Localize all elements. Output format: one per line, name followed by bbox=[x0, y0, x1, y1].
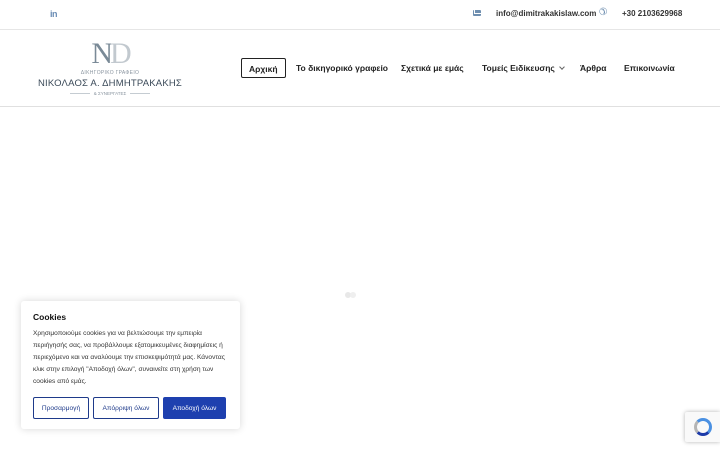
phone-icon: ✆ bbox=[599, 7, 608, 18]
logo-subtitle: ΔΙΚΗΓΟΡΙΚΟ ΓΡΑΦΕΙΟ bbox=[80, 70, 140, 76]
nav-item-articles[interactable]: Άρθρα bbox=[580, 58, 606, 78]
email-link[interactable]: info@dimitrakakislaw.com bbox=[496, 9, 596, 18]
loading-spinner bbox=[345, 291, 359, 299]
phone-link[interactable]: +30 2103629968 bbox=[622, 9, 682, 18]
cookie-text: Χρησιμοποιούμε cookies για να βελτιώσουμ… bbox=[33, 330, 225, 385]
cookie-customize-button[interactable]: Προσαρμογή bbox=[33, 397, 89, 419]
logo-tagline: & ΣΥΝΕΡΓΑΤΕΣ bbox=[38, 91, 182, 96]
logo-name: ΝΙΚΟΛΑΟΣ Α. ΔΗΜΗΤΡΑΚΑΚΗΣ bbox=[38, 78, 183, 89]
nav-item-home[interactable]: Αρχική bbox=[241, 58, 286, 78]
nav-item-practice-areas-label: Τομείς Ειδίκευσης bbox=[482, 63, 555, 73]
cookie-actions: Προσαρμογή Απόρριψη όλων Αποδοχή όλων bbox=[33, 397, 226, 419]
site-header: ND ΔΙΚΗΓΟΡΙΚΟ ΓΡΑΦΕΙΟ ΝΙΚΟΛΑΟΣ Α. ΔΗΜΗΤΡ… bbox=[0, 31, 720, 107]
envelope-icon bbox=[473, 10, 481, 16]
nav-item-practice-areas[interactable]: Τομείς Ειδίκευσης bbox=[482, 58, 565, 78]
linkedin-icon[interactable]: in bbox=[50, 9, 58, 19]
site-logo[interactable]: ND ΔΙΚΗΓΟΡΙΚΟ ΓΡΑΦΕΙΟ ΝΙΚΟΛΑΟΣ Α. ΔΗΜΗΤΡ… bbox=[38, 39, 182, 99]
cookie-banner: Cookies Χρησιμοποιούμε cookies για να βε… bbox=[21, 301, 240, 429]
chevron-down-icon bbox=[558, 64, 565, 70]
top-bar: in info@dimitrakakislaw.com ✆ +30 210362… bbox=[0, 0, 720, 30]
logo-monogram: ND bbox=[91, 37, 131, 70]
nav-item-contact[interactable]: Επικοινωνία bbox=[624, 58, 675, 78]
cookie-accept-button[interactable]: Αποδοχή όλων bbox=[163, 397, 226, 419]
nav-item-about[interactable]: Σχετικά με εμάς bbox=[401, 58, 464, 78]
nav-item-office[interactable]: Το δικηγορικό γραφείο bbox=[296, 58, 388, 78]
recaptcha-badge[interactable] bbox=[685, 412, 720, 442]
cookie-title: Cookies bbox=[33, 312, 67, 322]
cookie-reject-button[interactable]: Απόρριψη όλων bbox=[93, 397, 159, 419]
recaptcha-icon bbox=[694, 418, 712, 436]
